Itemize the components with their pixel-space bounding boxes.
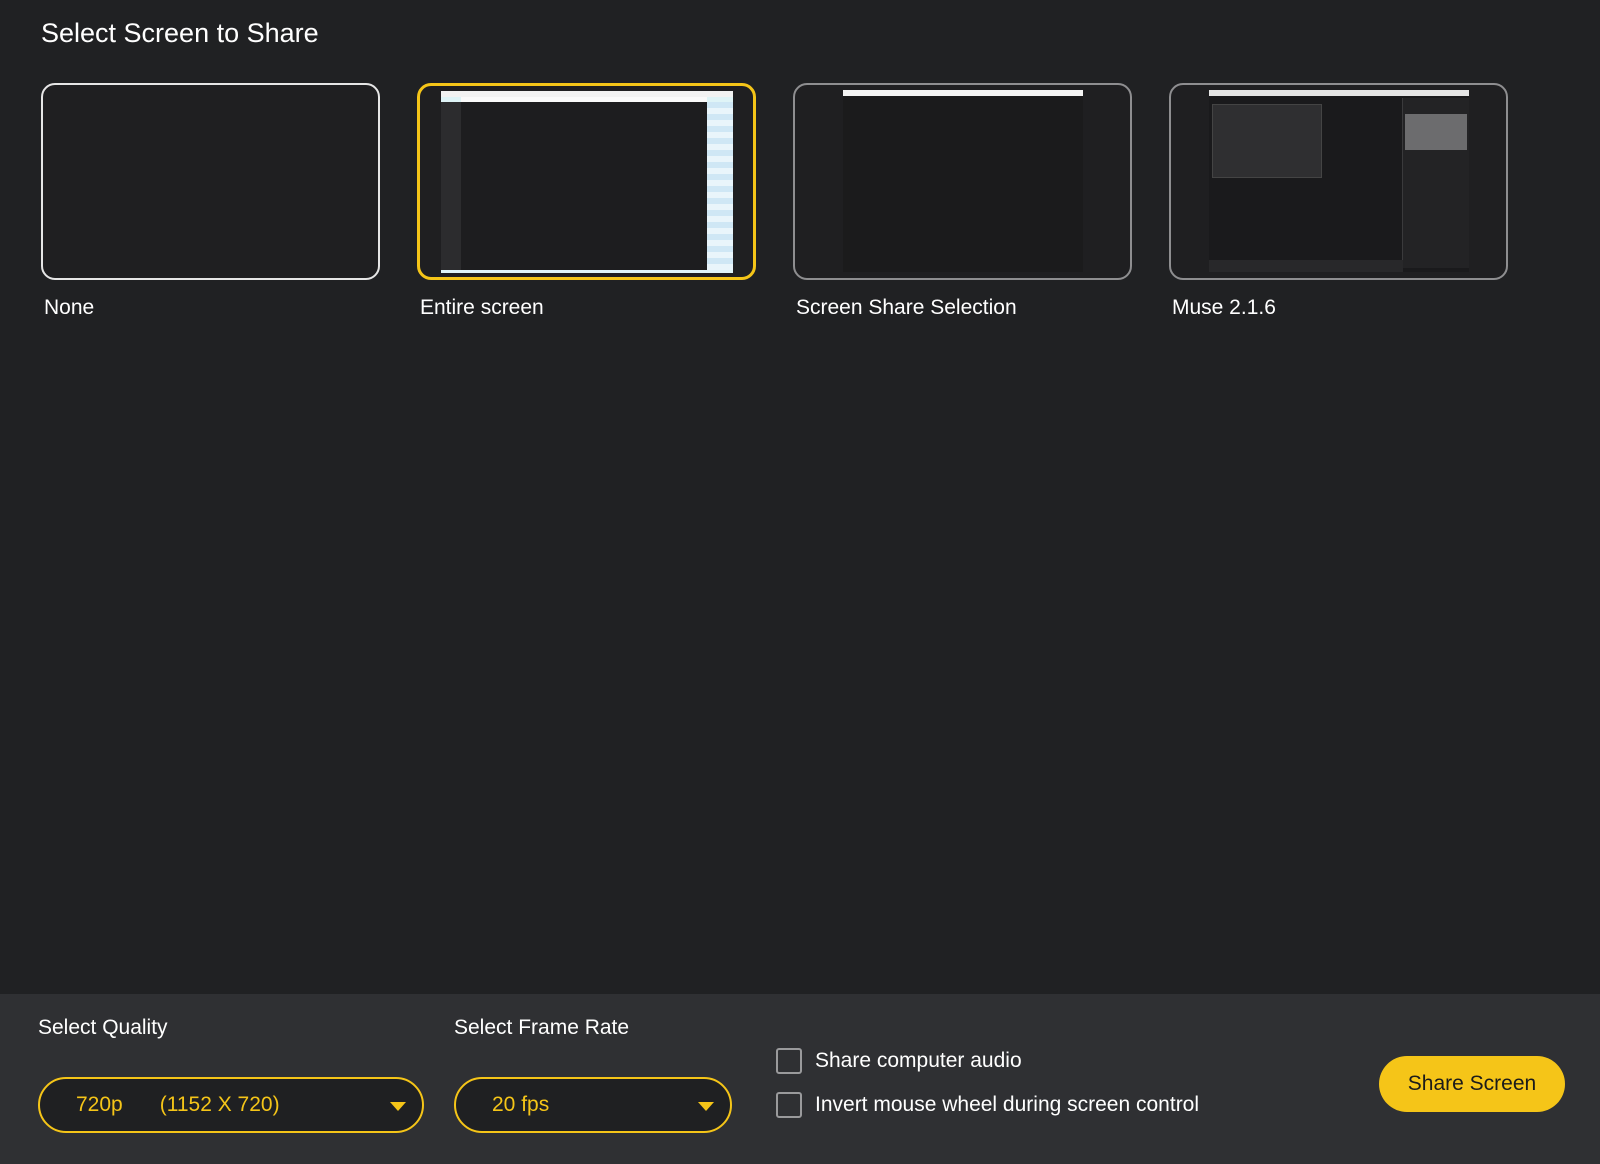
share-screen-button[interactable]: Share Screen [1379, 1056, 1565, 1112]
source-label: Entire screen [420, 296, 544, 319]
source-thumbnail-muse[interactable] [1169, 83, 1508, 280]
invert-mouse-wheel-option[interactable]: Invert mouse wheel during screen control [776, 1092, 1199, 1118]
source-label: Screen Share Selection [796, 296, 1017, 319]
chevron-down-icon [698, 1102, 714, 1111]
window-preview-image [1209, 90, 1469, 272]
source-label: None [44, 296, 95, 319]
invert-mouse-wheel-checkbox[interactable] [776, 1092, 802, 1118]
source-thumbnail-entire-screen[interactable] [417, 83, 756, 280]
quality-resolution: (1152 X 720) [159, 1093, 280, 1116]
source-tile-screen-share-selection[interactable]: Screen Share Selection [793, 83, 1132, 320]
quality-select[interactable]: 720p (1152 X 720) [38, 1077, 424, 1133]
frame-rate-value: 20 fps [492, 1093, 550, 1116]
page-title: Select Screen to Share [41, 18, 319, 48]
source-thumbnail-none[interactable] [41, 83, 380, 280]
screen-share-dialog: Select Screen to Share None Entire scree… [0, 0, 1600, 1164]
source-tile-entire-screen[interactable]: Entire screen [417, 83, 756, 320]
source-tile-none[interactable]: None [41, 83, 380, 320]
quality-label: Select Quality [38, 1016, 168, 1039]
share-audio-option[interactable]: Share computer audio [776, 1048, 1022, 1074]
chevron-down-icon [390, 1102, 406, 1111]
source-thumbnail-screen-share-selection[interactable] [793, 83, 1132, 280]
frame-rate-label: Select Frame Rate [454, 1016, 630, 1039]
window-preview-image [843, 90, 1083, 272]
frame-rate-select[interactable]: 20 fps [454, 1077, 732, 1133]
quality-value: 720p [76, 1093, 123, 1116]
screen-preview-image [441, 91, 733, 273]
share-audio-checkbox[interactable] [776, 1048, 802, 1074]
invert-mouse-wheel-label: Invert mouse wheel during screen control [815, 1093, 1200, 1116]
share-audio-label: Share computer audio [815, 1049, 1022, 1072]
source-label: Muse 2.1.6 [1172, 296, 1276, 319]
source-tile-muse[interactable]: Muse 2.1.6 [1169, 83, 1508, 320]
source-list: None Entire screen Screen Share Selectio… [41, 83, 1508, 320]
